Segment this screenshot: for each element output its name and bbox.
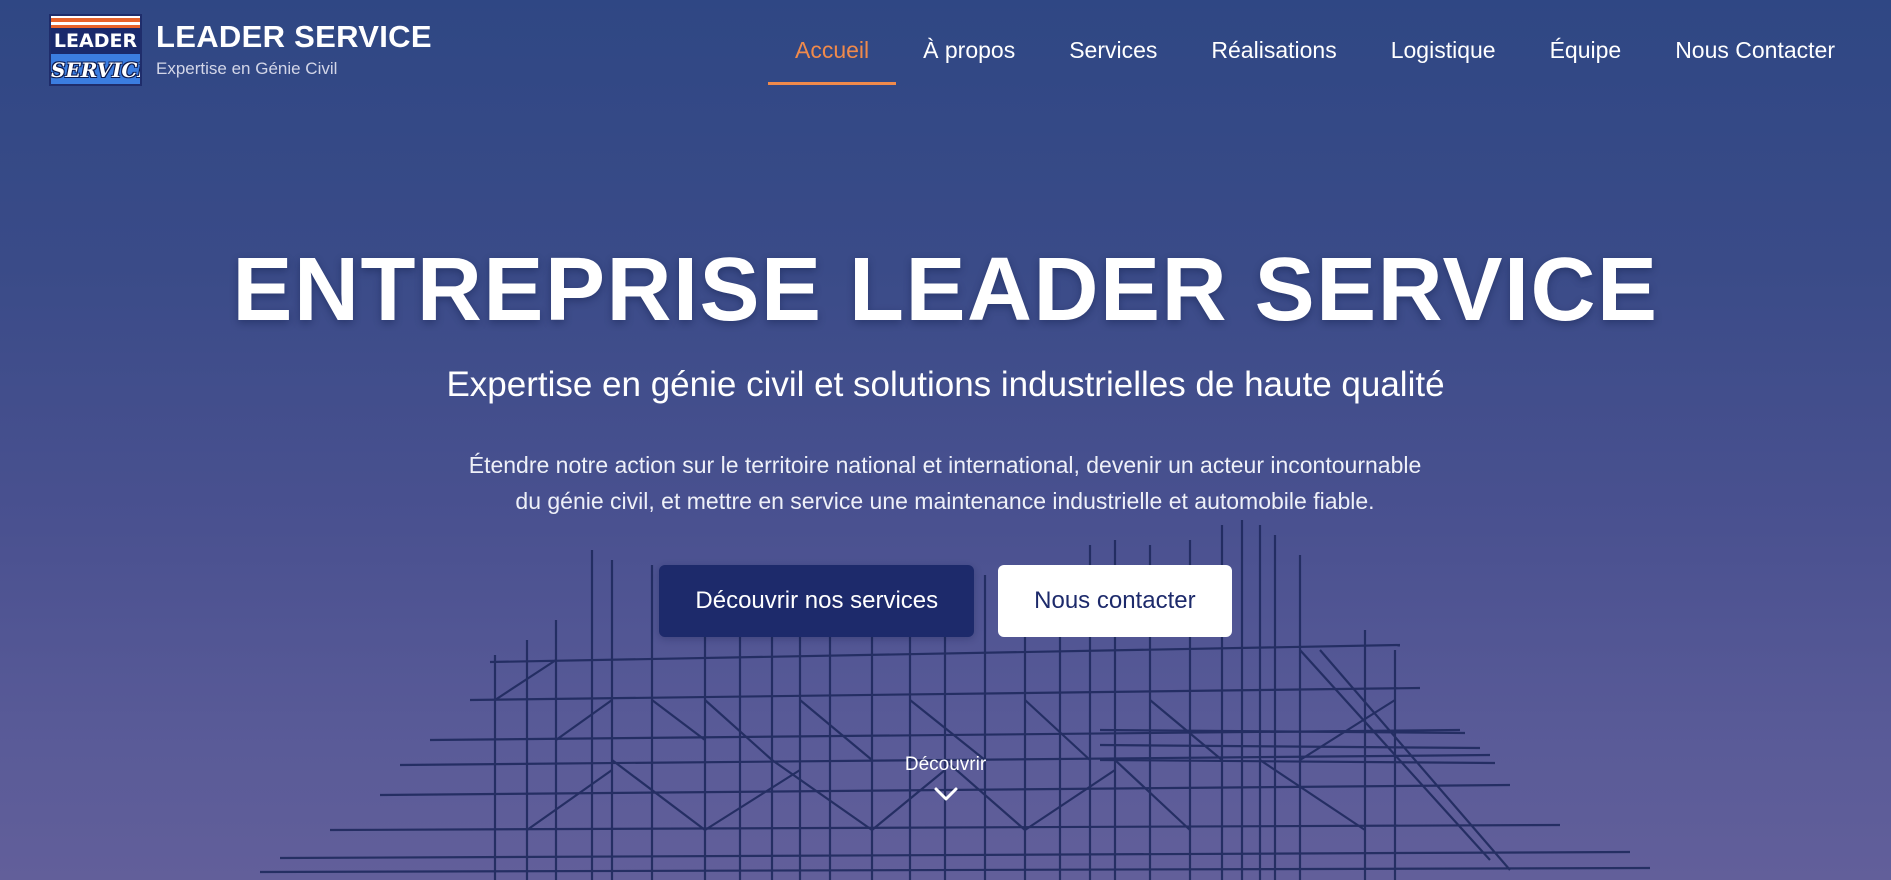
hero-subtitle: Expertise en génie civil et solutions in… bbox=[446, 365, 1445, 404]
hero-description-line: Étendre notre action sur le territoire n… bbox=[468, 452, 1422, 478]
scroll-down-indicator[interactable]: Découvrir bbox=[0, 752, 1891, 809]
logo-top-word: LEADER bbox=[51, 28, 140, 54]
nav-item-logistique[interactable]: Logistique bbox=[1364, 26, 1523, 74]
nav-item-a-propos[interactable]: À propos bbox=[896, 26, 1042, 74]
scroll-down-label: Découvrir bbox=[904, 754, 987, 775]
chevron-down-icon bbox=[934, 787, 957, 801]
brand-text: LEADER SERVICE Expertise en Génie Civil bbox=[156, 19, 432, 81]
site-header: LEADER SERVICE LEADER SERVICE Expertise … bbox=[0, 0, 1891, 100]
logo-stripe bbox=[51, 18, 140, 22]
contact-us-button[interactable]: Nous contacter bbox=[998, 565, 1232, 637]
cta-buttons: Découvrir nos services Nous contacter bbox=[0, 565, 1891, 637]
hero-section: LEADER SERVICE LEADER SERVICE Expertise … bbox=[0, 0, 1891, 880]
nav-item-equipe[interactable]: Équipe bbox=[1523, 26, 1649, 74]
logo-bottom-word: SERVICE bbox=[51, 54, 140, 84]
nav-item-services[interactable]: Services bbox=[1042, 26, 1184, 74]
main-navigation: Accueil À propos Services Réalisations L… bbox=[767, 26, 1835, 85]
brand-title[interactable]: LEADER SERVICE bbox=[156, 19, 432, 55]
nav-item-nous-contacter[interactable]: Nous Contacter bbox=[1648, 26, 1835, 74]
company-logo[interactable]: LEADER SERVICE bbox=[49, 14, 142, 86]
nav-item-realisations[interactable]: Réalisations bbox=[1184, 26, 1363, 74]
brand-subtitle: Expertise en Génie Civil bbox=[156, 59, 338, 78]
hero-description: Étendre notre action sur le territoire n… bbox=[395, 447, 1495, 519]
hero-title: ENTREPRISE LEADER SERVICE bbox=[232, 240, 1659, 340]
nav-item-accueil[interactable]: Accueil bbox=[767, 26, 897, 85]
scaffolding-background-image bbox=[259, 520, 1651, 880]
discover-services-button[interactable]: Découvrir nos services bbox=[659, 565, 975, 637]
hero-description-line: du génie civil, et mettre en service une… bbox=[515, 488, 1375, 514]
brand[interactable]: LEADER SERVICE LEADER SERVICE Expertise … bbox=[49, 14, 432, 86]
